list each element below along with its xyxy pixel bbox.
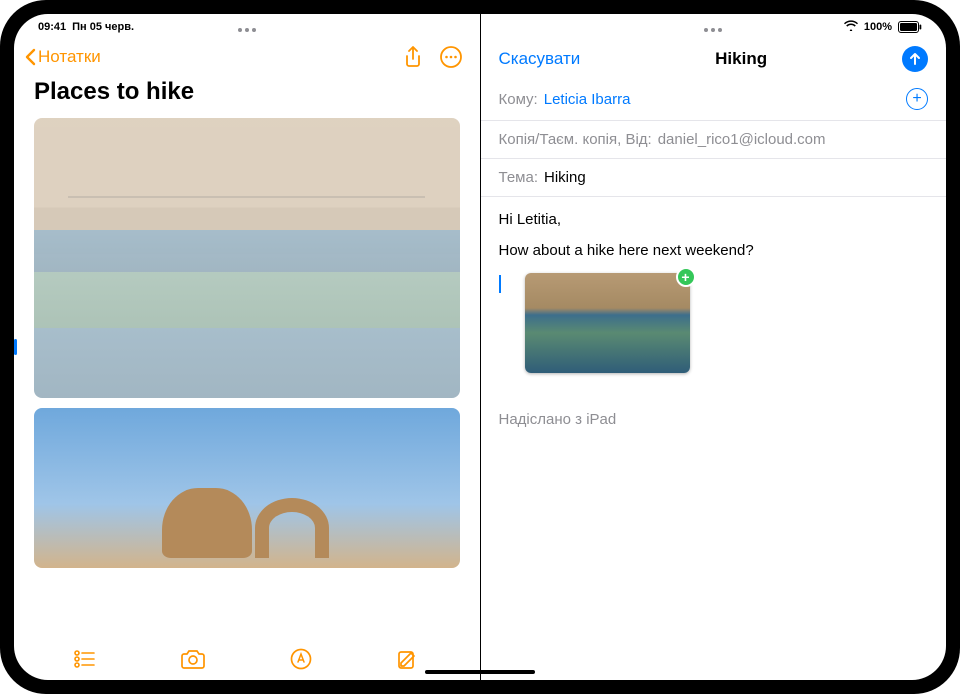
cancel-button[interactable]: Скасувати [499, 49, 581, 69]
from-email: daniel_rico1@icloud.com [658, 131, 826, 148]
mail-compose-pane: Скасувати Hiking Кому: Leticia Ibarra + … [481, 14, 947, 680]
send-button[interactable] [902, 46, 928, 72]
ipad-frame: 09:41 Пн 05 черв. 100% Нотатк [0, 0, 960, 694]
status-date: Пн 05 черв. [72, 21, 134, 33]
notes-back-label: Нотатки [38, 47, 101, 67]
notes-back-button[interactable]: Нотатки [24, 47, 101, 67]
subject-label: Тема: [499, 169, 539, 186]
mail-body[interactable]: Hi Letitia, How about a hike here next w… [481, 197, 947, 680]
home-indicator[interactable] [425, 670, 535, 674]
subject-row[interactable]: Тема: Hiking [481, 159, 947, 197]
battery-icon [898, 21, 922, 33]
camera-icon[interactable] [181, 649, 205, 669]
image-attachment[interactable]: + [525, 273, 690, 373]
status-bar: 09:41 Пн 05 черв. 100% [14, 14, 946, 36]
text-cursor [499, 275, 501, 293]
checklist-icon[interactable] [74, 650, 96, 668]
mail-title: Hiking [715, 49, 767, 69]
notes-nav: Нотатки [14, 40, 480, 70]
mail-fields: Кому: Leticia Ibarra + Копія/Таєм. копія… [481, 78, 947, 197]
signature: Надіслано з iPad [499, 411, 929, 428]
battery-percent: 100% [864, 21, 892, 33]
status-time: 09:41 [38, 21, 66, 33]
note-title: Places to hike [14, 70, 480, 118]
note-photo-2[interactable] [34, 408, 460, 568]
attachment-add-badge[interactable]: + [676, 267, 696, 287]
recipient-chip[interactable]: Leticia Ibarra [544, 91, 631, 108]
compose-icon[interactable] [397, 648, 419, 670]
subject-value: Hiking [544, 169, 586, 186]
mail-nav: Скасувати Hiking [481, 40, 947, 78]
add-recipient-button[interactable]: + [906, 88, 928, 110]
body-line-2: How about a hike here next weekend? [499, 242, 929, 259]
to-row[interactable]: Кому: Leticia Ibarra + [481, 78, 947, 121]
screen: 09:41 Пн 05 черв. 100% Нотатк [14, 14, 946, 680]
share-icon[interactable] [404, 46, 422, 68]
cc-label: Копія/Таєм. копія, Від: [499, 131, 652, 148]
more-icon[interactable] [440, 46, 462, 68]
to-label: Кому: [499, 91, 538, 108]
notes-toolbar [14, 640, 480, 680]
wifi-icon [844, 20, 858, 34]
notes-pane: Нотатки Places to hike [14, 14, 481, 680]
cc-row[interactable]: Копія/Таєм. копія, Від: daniel_rico1@icl… [481, 121, 947, 159]
body-line-1: Hi Letitia, [499, 211, 929, 228]
markup-icon[interactable] [290, 648, 312, 670]
note-photo-1[interactable] [34, 118, 460, 398]
note-body [14, 118, 480, 640]
